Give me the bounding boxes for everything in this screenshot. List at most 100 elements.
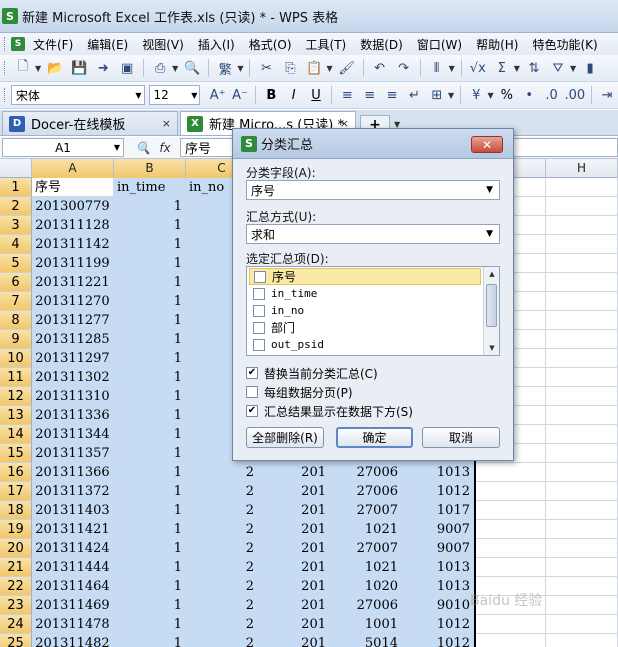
chevron-down-icon[interactable]: ▼	[326, 64, 332, 73]
cell-e[interactable]: 27006	[330, 596, 402, 615]
cell-h[interactable]	[546, 197, 618, 216]
cell-b[interactable]: 1	[114, 273, 186, 292]
cell-a[interactable]: 201311357	[32, 444, 114, 463]
menu-format[interactable]: 格式(O)	[249, 36, 292, 53]
font-size-select[interactable]: 12 ▼	[148, 85, 201, 105]
scrollbar-thumb[interactable]	[486, 284, 497, 327]
cell-h[interactable]	[546, 387, 618, 406]
save-icon[interactable]: 💾	[69, 58, 89, 78]
traditional-chinese-icon[interactable]: 繁	[215, 58, 235, 78]
cell-b[interactable]: 1	[114, 311, 186, 330]
row-header[interactable]: 8	[0, 311, 32, 330]
chart-icon[interactable]: ▮	[580, 58, 600, 78]
cell-g[interactable]	[474, 520, 546, 539]
merge-cells-icon[interactable]: ⊞	[428, 85, 446, 105]
cell-c[interactable]: 2	[186, 482, 258, 501]
chevron-down-icon[interactable]: ▼	[488, 91, 494, 100]
close-button[interactable]: ✕	[471, 136, 503, 153]
cell-b[interactable]: 1	[114, 254, 186, 273]
redo-icon[interactable]: ↷	[394, 58, 414, 78]
cell-h[interactable]	[546, 311, 618, 330]
new-file-icon[interactable]: 🗋	[13, 58, 33, 78]
cell-c[interactable]: 2	[186, 539, 258, 558]
increase-font-icon[interactable]: A⁺	[208, 85, 226, 105]
row-header[interactable]: 18	[0, 501, 32, 520]
row-header[interactable]: 13	[0, 406, 32, 425]
cell-b[interactable]: 1	[114, 368, 186, 387]
cell-e[interactable]: 27006	[330, 463, 402, 482]
row-header[interactable]: 24	[0, 615, 32, 634]
fx-button[interactable]: fx	[154, 141, 176, 155]
chevron-down-icon[interactable]: ▼	[449, 64, 455, 73]
cell-e[interactable]: 27006	[330, 482, 402, 501]
undo-icon[interactable]: ↶	[370, 58, 390, 78]
cell-h[interactable]	[546, 463, 618, 482]
list-item[interactable]: in_time	[249, 285, 481, 302]
checkbox-checked[interactable]: ✔	[246, 405, 258, 417]
cell-a[interactable]: 201311285	[32, 330, 114, 349]
zoom-formula-icon[interactable]: 🔍	[132, 141, 154, 155]
menu-help[interactable]: 帮助(H)	[476, 36, 518, 53]
cell-h[interactable]	[546, 539, 618, 558]
cell-d[interactable]: 201	[258, 539, 330, 558]
chevron-down-icon[interactable]: ▼	[448, 91, 454, 100]
cell-e[interactable]: 5014	[330, 634, 402, 647]
cell-h[interactable]	[546, 558, 618, 577]
cell-g[interactable]	[474, 539, 546, 558]
cell-a[interactable]: 201311344	[32, 425, 114, 444]
cut-icon[interactable]: ✂	[256, 58, 276, 78]
cell-a[interactable]: 201311128	[32, 216, 114, 235]
currency-icon[interactable]: ¥	[467, 85, 485, 105]
chevron-down-icon[interactable]: ▼	[172, 64, 178, 73]
page-break-option[interactable]: 每组数据分页(P)	[246, 384, 353, 400]
cell-g[interactable]	[474, 482, 546, 501]
cell-a[interactable]: 201311199	[32, 254, 114, 273]
cell-a[interactable]: 201311372	[32, 482, 114, 501]
row-header[interactable]: 9	[0, 330, 32, 349]
print-icon[interactable]: ⎙	[150, 58, 170, 78]
cell-c[interactable]: 2	[186, 596, 258, 615]
chevron-down-icon[interactable]: ▼	[135, 91, 141, 100]
cell-c[interactable]: 2	[186, 634, 258, 647]
chevron-down-icon[interactable]: ▼	[35, 64, 41, 73]
cell-a[interactable]: 201311336	[32, 406, 114, 425]
row-header[interactable]: 14	[0, 425, 32, 444]
cell-a[interactable]: 201300779	[32, 197, 114, 216]
menu-special[interactable]: 特色功能(K)	[532, 36, 597, 53]
row-header[interactable]: 7	[0, 292, 32, 311]
cell-h[interactable]	[546, 235, 618, 254]
cell-a[interactable]: 201311297	[32, 349, 114, 368]
cell-g[interactable]	[474, 615, 546, 634]
chevron-down-icon[interactable]: ▼	[486, 229, 493, 239]
row-header[interactable]: 12	[0, 387, 32, 406]
list-item[interactable]: 部门	[249, 319, 481, 336]
dialog-title-bar[interactable]: S 分类汇总 ✕	[233, 129, 513, 159]
cell-a[interactable]: 201311421	[32, 520, 114, 539]
menu-file[interactable]: 文件(F)	[33, 36, 73, 53]
checkbox[interactable]	[253, 304, 265, 317]
row-header[interactable]: 22	[0, 577, 32, 596]
close-icon[interactable]: ×	[162, 117, 171, 130]
cell-h[interactable]	[546, 254, 618, 273]
row-header[interactable]: 1	[0, 178, 32, 197]
cell-h[interactable]	[546, 596, 618, 615]
cell-b[interactable]: 1	[114, 539, 186, 558]
cell-b[interactable]: 1	[114, 425, 186, 444]
cell-a[interactable]: 201311482	[32, 634, 114, 647]
cell-h[interactable]	[546, 577, 618, 596]
row-header[interactable]: 15	[0, 444, 32, 463]
cell-d[interactable]: 201	[258, 501, 330, 520]
italic-button[interactable]: I	[285, 85, 303, 105]
cell-a[interactable]: 序号	[32, 178, 114, 197]
cell-e[interactable]: 1001	[330, 615, 402, 634]
cell-a[interactable]: 201311469	[32, 596, 114, 615]
cell-a[interactable]: 201311478	[32, 615, 114, 634]
cell-a[interactable]: 201311424	[32, 539, 114, 558]
font-name-select[interactable]: 宋体 ▼	[10, 85, 145, 105]
cell-c[interactable]: 2	[186, 520, 258, 539]
cell-b[interactable]: 1	[114, 558, 186, 577]
cell-h[interactable]	[546, 292, 618, 311]
summary-items-list[interactable]: 序号 in_time in_no 部门 out_psid ▲ ▼	[246, 266, 500, 356]
cell-f[interactable]: 1013	[402, 463, 474, 482]
cell-h[interactable]	[546, 273, 618, 292]
